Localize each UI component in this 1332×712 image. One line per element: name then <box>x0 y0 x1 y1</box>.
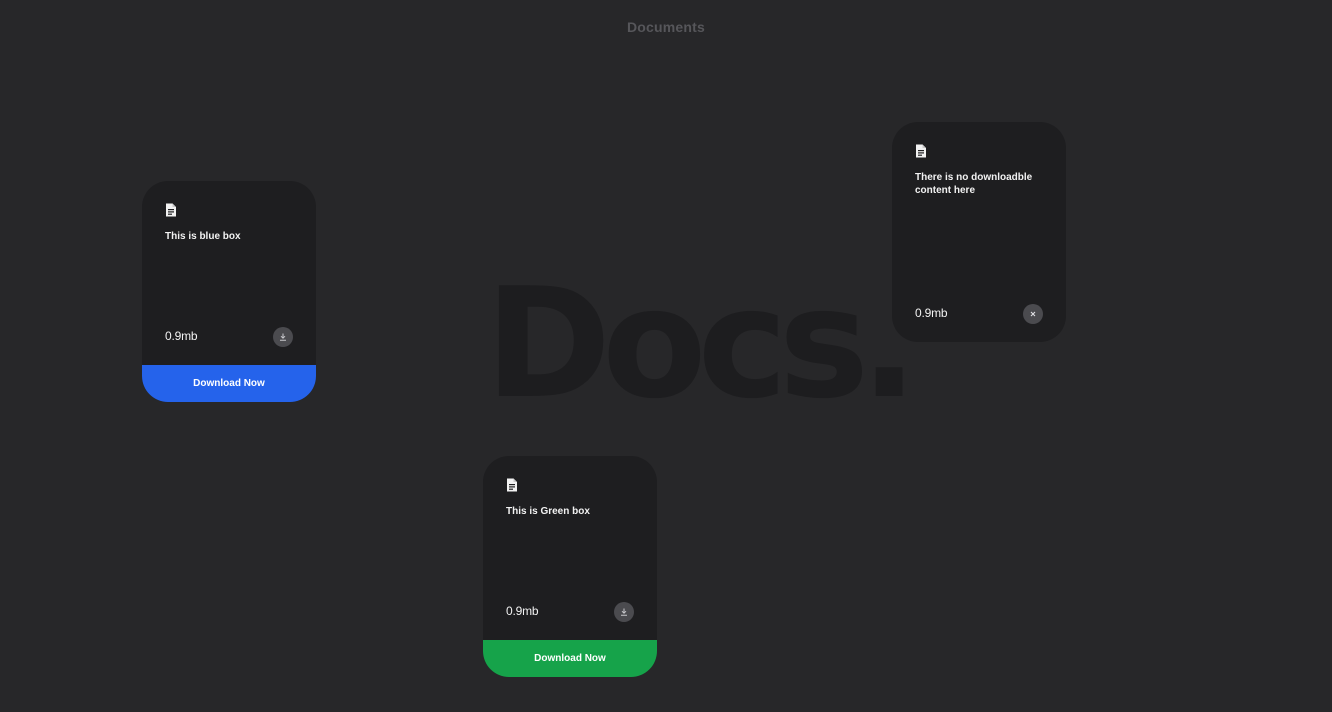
card-title: This is Green box <box>506 506 590 517</box>
file-size: 0.9mb <box>915 306 948 320</box>
download-button[interactable] <box>273 327 293 347</box>
blue-document-card: This is blue box 0.9mb Download Now <box>142 181 316 402</box>
document-icon <box>166 203 176 217</box>
download-now-button[interactable]: Download Now <box>142 365 316 402</box>
card-body: This is Green box 0.9mb <box>483 456 657 640</box>
file-size: 0.9mb <box>506 604 539 618</box>
download-now-button[interactable]: Download Now <box>483 640 657 677</box>
card-title: There is no downloadble content here <box>915 172 1033 196</box>
document-icon <box>916 144 926 158</box>
download-icon <box>280 333 286 341</box>
docs-watermark: Docs. <box>485 255 918 432</box>
card-title: This is blue box <box>165 231 241 242</box>
no-download-card: There is no downloadble content here 0.9… <box>892 122 1066 342</box>
close-icon <box>1030 311 1036 317</box>
card-body: This is blue box 0.9mb <box>142 181 316 365</box>
download-button[interactable] <box>614 602 634 622</box>
page-title: Documents <box>626 19 706 35</box>
download-icon <box>621 608 627 616</box>
close-button[interactable] <box>1023 304 1043 324</box>
card-body: There is no downloadble content here 0.9… <box>892 122 1066 342</box>
document-icon <box>507 478 517 492</box>
file-size: 0.9mb <box>165 329 198 343</box>
green-document-card: This is Green box 0.9mb Download Now <box>483 456 657 677</box>
